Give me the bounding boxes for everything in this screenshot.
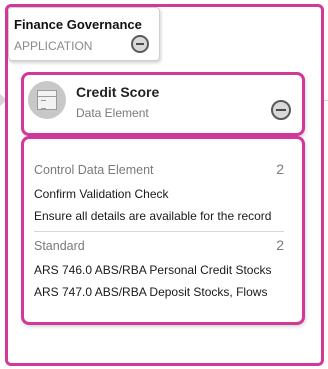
section-heading-control-data-element: Control Data Element: [34, 163, 154, 177]
application-card[interactable]: Finance Governance APPLICATION: [8, 7, 160, 61]
data-element-card[interactable]: Credit Score Data Element: [21, 72, 305, 136]
list-item[interactable]: Confirm Validation Check: [34, 187, 274, 201]
section-count-control-data-element: 2: [276, 161, 284, 177]
application-title: Finance Governance: [14, 17, 142, 32]
list-item[interactable]: ARS 747.0 ABS/RBA Deposit Stocks, Flows: [34, 285, 274, 299]
section-heading-standard: Standard: [34, 239, 85, 253]
data-element-type-label: Data Element: [76, 106, 149, 120]
application-type-label: APPLICATION: [14, 39, 93, 53]
data-element-title: Credit Score: [76, 84, 160, 100]
data-element-details-panel: Control Data Element 2 Confirm Validatio…: [21, 136, 305, 325]
data-element-icon: [28, 81, 66, 119]
section-divider: [34, 231, 284, 232]
section-count-standard: 2: [276, 237, 284, 253]
list-item[interactable]: Ensure all details are available for the…: [34, 209, 274, 223]
list-item[interactable]: ARS 746.0 ABS/RBA Personal Credit Stocks: [34, 263, 274, 277]
collapse-data-element-icon[interactable]: [271, 100, 291, 120]
collapse-application-icon[interactable]: [131, 35, 149, 53]
